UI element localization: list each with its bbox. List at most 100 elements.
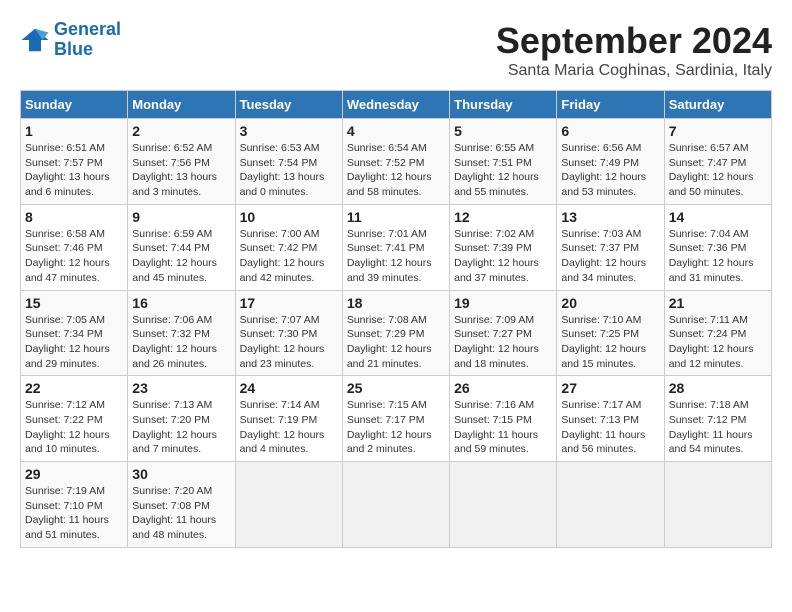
day-number: 20 (561, 295, 659, 311)
calendar-cell: 18Sunrise: 7:08 AMSunset: 7:29 PMDayligh… (342, 290, 449, 376)
header-day-thursday: Thursday (450, 91, 557, 119)
day-number: 9 (132, 209, 230, 225)
day-number: 7 (669, 123, 767, 139)
calendar-body: 1 Sunrise: 6:51 AMSunset: 7:57 PMDaylight… (21, 119, 772, 548)
calendar-cell: 24Sunrise: 7:14 AMSunset: 7:19 PMDayligh… (235, 376, 342, 462)
day-number: 2 (132, 123, 230, 139)
calendar-cell: 3 Sunrise: 6:53 AMSunset: 7:54 PMDaylight… (235, 119, 342, 205)
day-info: Sunrise: 7:12 AMSunset: 7:22 PMDaylight:… (25, 398, 123, 457)
day-info: Sunrise: 6:52 AMSunset: 7:56 PMDaylight:… (132, 141, 230, 200)
day-info: Sunrise: 7:00 AMSunset: 7:42 PMDaylight:… (240, 227, 338, 286)
day-number: 23 (132, 380, 230, 396)
day-number: 22 (25, 380, 123, 396)
calendar-cell: 26 Sunrise: 7:16 AMSunset: 7:15 PMDayligh… (450, 376, 557, 462)
calendar-title: September 2024 (496, 20, 772, 62)
calendar-cell: 6 Sunrise: 6:56 AMSunset: 7:49 PMDaylight… (557, 119, 664, 205)
week-row-1: 1 Sunrise: 6:51 AMSunset: 7:57 PMDaylight… (21, 119, 772, 205)
day-number: 3 (240, 123, 338, 139)
calendar-cell: 5 Sunrise: 6:55 AMSunset: 7:51 PMDaylight… (450, 119, 557, 205)
day-number: 15 (25, 295, 123, 311)
header: General Blue September 2024 Santa Maria … (20, 20, 772, 80)
day-info: Sunrise: 7:17 AMSunset: 7:13 PMDaylight:… (561, 398, 659, 457)
day-number: 8 (25, 209, 123, 225)
day-info: Sunrise: 7:19 AMSunset: 7:10 PMDaylight:… (25, 484, 123, 543)
day-info: Sunrise: 7:02 AMSunset: 7:39 PMDaylight:… (454, 227, 552, 286)
day-number: 10 (240, 209, 338, 225)
day-info: Sunrise: 7:07 AMSunset: 7:30 PMDaylight:… (240, 313, 338, 372)
day-info: Sunrise: 6:56 AMSunset: 7:49 PMDaylight:… (561, 141, 659, 200)
calendar-cell (235, 462, 342, 548)
day-number: 26 (454, 380, 552, 396)
day-info: Sunrise: 6:58 AMSunset: 7:46 PMDaylight:… (25, 227, 123, 286)
day-info: Sunrise: 7:11 AMSunset: 7:24 PMDaylight:… (669, 313, 767, 372)
week-row-3: 15Sunrise: 7:05 AMSunset: 7:34 PMDayligh… (21, 290, 772, 376)
header-day-friday: Friday (557, 91, 664, 119)
logo-line2: Blue (54, 39, 93, 59)
calendar-cell: 21 Sunrise: 7:11 AMSunset: 7:24 PMDayligh… (664, 290, 771, 376)
calendar-cell (342, 462, 449, 548)
calendar-table: SundayMondayTuesdayWednesdayThursdayFrid… (20, 90, 772, 548)
day-number: 25 (347, 380, 445, 396)
day-number: 19 (454, 295, 552, 311)
day-info: Sunrise: 7:20 AMSunset: 7:08 PMDaylight:… (132, 484, 230, 543)
header-day-wednesday: Wednesday (342, 91, 449, 119)
logo-text: General Blue (54, 20, 121, 60)
calendar-cell: 11Sunrise: 7:01 AMSunset: 7:41 PMDayligh… (342, 204, 449, 290)
day-info: Sunrise: 7:18 AMSunset: 7:12 PMDaylight:… (669, 398, 767, 457)
day-number: 11 (347, 209, 445, 225)
calendar-cell: 4Sunrise: 6:54 AMSunset: 7:52 PMDaylight… (342, 119, 449, 205)
logo-icon (20, 25, 50, 55)
day-number: 24 (240, 380, 338, 396)
logo-line1: General (54, 19, 121, 39)
day-number: 5 (454, 123, 552, 139)
calendar-cell: 30 Sunrise: 7:20 AMSunset: 7:08 PMDayligh… (128, 462, 235, 548)
day-number: 1 (25, 123, 123, 139)
calendar-cell: 13Sunrise: 7:03 AMSunset: 7:37 PMDayligh… (557, 204, 664, 290)
day-number: 4 (347, 123, 445, 139)
calendar-cell (450, 462, 557, 548)
calendar-cell: 22 Sunrise: 7:12 AMSunset: 7:22 PMDayligh… (21, 376, 128, 462)
calendar-cell: 25Sunrise: 7:15 AMSunset: 7:17 PMDayligh… (342, 376, 449, 462)
calendar-cell: 19 Sunrise: 7:09 AMSunset: 7:27 PMDayligh… (450, 290, 557, 376)
day-info: Sunrise: 6:53 AMSunset: 7:54 PMDaylight:… (240, 141, 338, 200)
day-number: 17 (240, 295, 338, 311)
day-number: 29 (25, 466, 123, 482)
day-info: Sunrise: 6:57 AMSunset: 7:47 PMDaylight:… (669, 141, 767, 200)
header-day-sunday: Sunday (21, 91, 128, 119)
calendar-cell: 16 Sunrise: 7:06 AMSunset: 7:32 PMDayligh… (128, 290, 235, 376)
day-number: 27 (561, 380, 659, 396)
calendar-cell (557, 462, 664, 548)
calendar-cell: 23Sunrise: 7:13 AMSunset: 7:20 PMDayligh… (128, 376, 235, 462)
header-day-monday: Monday (128, 91, 235, 119)
calendar-cell: 2 Sunrise: 6:52 AMSunset: 7:56 PMDaylight… (128, 119, 235, 205)
calendar-cell: 27 Sunrise: 7:17 AMSunset: 7:13 PMDayligh… (557, 376, 664, 462)
day-info: Sunrise: 7:08 AMSunset: 7:29 PMDaylight:… (347, 313, 445, 372)
calendar-cell (664, 462, 771, 548)
day-info: Sunrise: 7:09 AMSunset: 7:27 PMDaylight:… (454, 313, 552, 372)
day-info: Sunrise: 6:55 AMSunset: 7:51 PMDaylight:… (454, 141, 552, 200)
week-row-2: 8 Sunrise: 6:58 AMSunset: 7:46 PMDaylight… (21, 204, 772, 290)
day-number: 6 (561, 123, 659, 139)
header-day-saturday: Saturday (664, 91, 771, 119)
day-number: 28 (669, 380, 767, 396)
day-info: Sunrise: 7:16 AMSunset: 7:15 PMDaylight:… (454, 398, 552, 457)
day-number: 30 (132, 466, 230, 482)
day-info: Sunrise: 7:06 AMSunset: 7:32 PMDaylight:… (132, 313, 230, 372)
calendar-cell: 7 Sunrise: 6:57 AMSunset: 7:47 PMDaylight… (664, 119, 771, 205)
week-row-5: 29 Sunrise: 7:19 AMSunset: 7:10 PMDayligh… (21, 462, 772, 548)
calendar-header: SundayMondayTuesdayWednesdayThursdayFrid… (21, 91, 772, 119)
day-number: 21 (669, 295, 767, 311)
day-info: Sunrise: 6:51 AMSunset: 7:57 PMDaylight:… (25, 141, 123, 200)
calendar-cell: 15Sunrise: 7:05 AMSunset: 7:34 PMDayligh… (21, 290, 128, 376)
week-row-4: 22 Sunrise: 7:12 AMSunset: 7:22 PMDayligh… (21, 376, 772, 462)
title-block: September 2024 Santa Maria Coghinas, Sar… (496, 20, 772, 80)
day-info: Sunrise: 6:59 AMSunset: 7:44 PMDaylight:… (132, 227, 230, 286)
header-row: SundayMondayTuesdayWednesdayThursdayFrid… (21, 91, 772, 119)
calendar-cell: 10 Sunrise: 7:00 AMSunset: 7:42 PMDayligh… (235, 204, 342, 290)
day-number: 16 (132, 295, 230, 311)
calendar-cell: 8 Sunrise: 6:58 AMSunset: 7:46 PMDaylight… (21, 204, 128, 290)
day-number: 14 (669, 209, 767, 225)
calendar-cell: 9 Sunrise: 6:59 AMSunset: 7:44 PMDaylight… (128, 204, 235, 290)
calendar-subtitle: Santa Maria Coghinas, Sardinia, Italy (496, 62, 772, 80)
day-number: 12 (454, 209, 552, 225)
